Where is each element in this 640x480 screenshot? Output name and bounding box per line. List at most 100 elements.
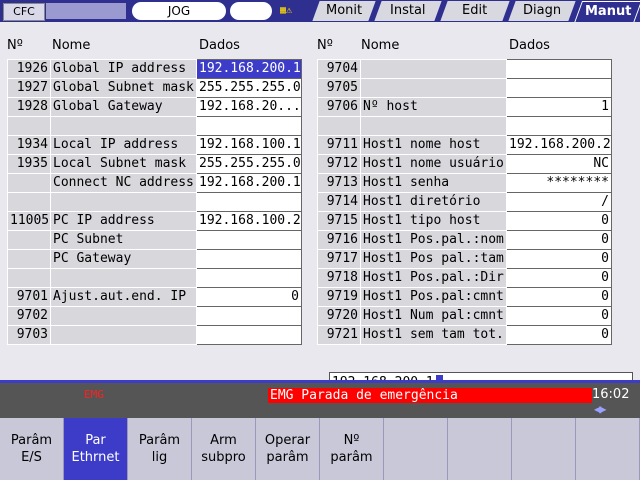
param-value[interactable]: 192.168.100.1: [196, 135, 302, 155]
param-value[interactable]: NC: [506, 154, 612, 174]
table-row[interactable]: 9705: [317, 78, 612, 98]
param-number: [7, 230, 51, 250]
table-row[interactable]: [7, 116, 302, 136]
param-value[interactable]: 0: [506, 268, 612, 288]
param-value[interactable]: [196, 249, 302, 269]
softkey-1[interactable]: Parâm E/S: [0, 418, 63, 480]
table-row[interactable]: PC Subnet: [7, 230, 302, 250]
tab-edit[interactable]: Edit: [440, 1, 510, 21]
table-row[interactable]: 9712 Host1 nome usuário NC: [317, 154, 612, 174]
table-row[interactable]: [317, 116, 612, 136]
param-value[interactable]: [196, 116, 302, 136]
param-value[interactable]: 192.168.100.2: [196, 211, 302, 231]
param-value[interactable]: 0: [506, 211, 612, 231]
param-number: 11005: [7, 211, 51, 231]
table-row[interactable]: 9714 Host1 diretório /: [317, 192, 612, 212]
param-value[interactable]: [506, 78, 612, 98]
table-row[interactable]: 11005 PC IP address 192.168.100.2: [7, 211, 302, 231]
table-row[interactable]: 9716 Host1 Pos.pal.:nom 0: [317, 230, 612, 250]
param-name: Global Gateway: [50, 97, 197, 117]
param-name: [50, 306, 197, 326]
param-name: Host1 Pos.pal:cmnt: [360, 287, 507, 307]
softkey-7[interactable]: [384, 418, 447, 480]
table-row[interactable]: 9719 Host1 Pos.pal:cmnt 0: [317, 287, 612, 307]
param-value[interactable]: [506, 116, 612, 136]
softkey-8[interactable]: [448, 418, 511, 480]
param-value[interactable]: [196, 230, 302, 250]
param-name: Global IP address: [50, 59, 197, 79]
table-row[interactable]: 9718 Host1 Pos.pal.:Dir 0: [317, 268, 612, 288]
softkey-4[interactable]: Arm subpro: [192, 418, 255, 480]
param-number: 9704: [317, 59, 361, 79]
param-number: 9706: [317, 97, 361, 117]
param-value[interactable]: 1: [506, 97, 612, 117]
table-row[interactable]: 1927 Global Subnet mask 255.255.255.0: [7, 78, 302, 98]
param-name: [50, 268, 197, 288]
table-row[interactable]: 9702: [7, 306, 302, 326]
table-row[interactable]: Connect NC address 192.168.200.1: [7, 173, 302, 193]
softkey-label-line1: Operar: [264, 433, 311, 448]
param-value[interactable]: 0: [506, 249, 612, 269]
param-value[interactable]: 255.255.255.0: [196, 78, 302, 98]
header-no-right: Nº: [317, 38, 333, 53]
softkey-9[interactable]: [512, 418, 575, 480]
softkey-label-line2: Ethrnet: [71, 450, 120, 465]
table-row[interactable]: PC Gateway: [7, 249, 302, 269]
param-value[interactable]: [196, 268, 302, 288]
param-value[interactable]: 192.168.200.2: [506, 135, 612, 155]
param-value[interactable]: 192.168.200.1: [196, 59, 302, 79]
param-value[interactable]: 192.168.200.1: [196, 173, 302, 193]
param-value[interactable]: [196, 306, 302, 326]
param-value[interactable]: [506, 59, 612, 79]
param-value[interactable]: 0: [506, 287, 612, 307]
table-row[interactable]: [7, 192, 302, 212]
table-row[interactable]: 1928 Global Gateway 192.168.20...: [7, 97, 302, 117]
param-value[interactable]: 0: [506, 230, 612, 250]
param-value[interactable]: [196, 192, 302, 212]
softkey-2[interactable]: Par Ethrnet: [64, 418, 127, 480]
tab-monit[interactable]: Monit: [312, 1, 376, 21]
softkey-label-line2: parâm: [266, 450, 309, 465]
status-divider: [0, 380, 640, 383]
softkey-5[interactable]: Operar parâm: [256, 418, 319, 480]
softkey-3[interactable]: Parâm lig: [128, 418, 191, 480]
tab-manut[interactable]: Manut: [573, 1, 640, 23]
tab-instal[interactable]: Instal: [374, 1, 442, 21]
table-row[interactable]: 9721 Host1 sem tam tot. 0: [317, 325, 612, 345]
table-row[interactable]: 1926 Global IP address 192.168.200.1: [7, 59, 302, 79]
table-row[interactable]: 1934 Local IP address 192.168.100.1: [7, 135, 302, 155]
table-row[interactable]: 9706 Nº host 1: [317, 97, 612, 117]
param-value[interactable]: 192.168.20...: [196, 97, 302, 117]
param-value[interactable]: 255.255.255.0: [196, 154, 302, 174]
header-name-right: Nome: [361, 38, 400, 53]
channel-indicator: [46, 3, 126, 19]
table-row[interactable]: [7, 268, 302, 288]
page-arrows-icon[interactable]: ◀▶: [594, 402, 607, 416]
table-row[interactable]: 9717 Host1 Pos pal.:tam 0: [317, 249, 612, 269]
param-value[interactable]: ********: [506, 173, 612, 193]
param-number: 9702: [7, 306, 51, 326]
table-row[interactable]: 9715 Host1 tipo host 0: [317, 211, 612, 231]
param-name: [50, 192, 197, 212]
softkey-6[interactable]: Nº parâm: [320, 418, 383, 480]
param-value[interactable]: [196, 325, 302, 345]
param-value[interactable]: 0: [506, 306, 612, 326]
softkey-label-line1: Arm: [210, 433, 237, 448]
param-value[interactable]: /: [506, 192, 612, 212]
softkey-10[interactable]: [576, 418, 639, 480]
table-row[interactable]: 1935 Local Subnet mask 255.255.255.0: [7, 154, 302, 174]
param-value[interactable]: 0: [506, 325, 612, 345]
tab-diagn[interactable]: Diagn: [508, 1, 576, 21]
table-row[interactable]: 9713 Host1 senha ********: [317, 173, 612, 193]
table-row[interactable]: 9704: [317, 59, 612, 79]
table-row[interactable]: 9711 Host1 nome host 192.168.200.2: [317, 135, 612, 155]
table-row[interactable]: 9703: [7, 325, 302, 345]
softkey-label-line2: lig: [151, 450, 168, 465]
header-name-left: Nome: [52, 38, 91, 53]
table-row[interactable]: 9720 Host1 Num pal:cmnt 0: [317, 306, 612, 326]
param-number: 9711: [317, 135, 361, 155]
parameter-panel: Nº Nome Dados Nº Nome Dados 1926 Global I…: [0, 22, 640, 392]
header-data-left: Dados: [199, 38, 240, 53]
param-value[interactable]: 0: [196, 287, 302, 307]
table-row[interactable]: 9701 Ajust.aut.end. IP 0: [7, 287, 302, 307]
